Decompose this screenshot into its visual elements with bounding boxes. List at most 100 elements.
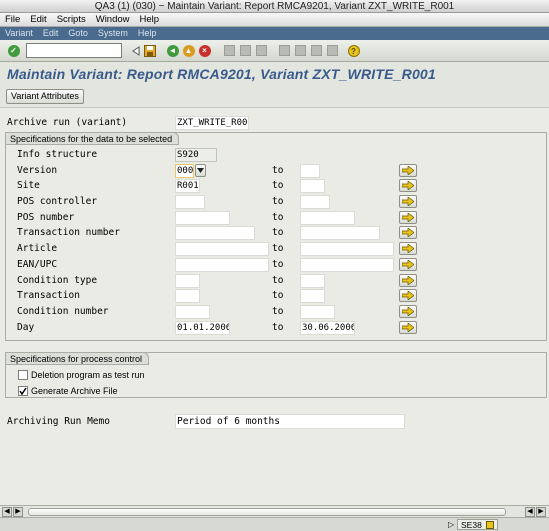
version-from-field[interactable]: 000 (175, 164, 194, 178)
version-f4-button[interactable] (195, 164, 206, 177)
condition-type-to-label: to (272, 275, 284, 286)
scroll-left-button[interactable]: ◀ (2, 507, 12, 517)
arrow-right-icon (402, 276, 414, 285)
system-info-field[interactable]: SE38 (457, 519, 499, 530)
exit-button[interactable]: ▲ (181, 43, 196, 58)
deletion-test-checkbox[interactable] (18, 370, 28, 380)
scroll-right-button[interactable]: ▶ (13, 507, 23, 517)
menu-help[interactable]: Help (135, 13, 165, 25)
article-multiple-selection-button[interactable] (399, 242, 417, 255)
back-button[interactable]: ◄ (165, 43, 180, 58)
scroll-right-end-button[interactable]: ▶ (536, 507, 546, 517)
site-to-field[interactable] (300, 179, 325, 193)
day-multiple-selection-button[interactable] (399, 321, 417, 334)
next-page-icon (311, 45, 322, 56)
arrow-right-icon (402, 291, 414, 300)
condition-type-from-field[interactable] (175, 274, 200, 288)
transaction-number-label: Transaction number (17, 227, 120, 238)
pos-controller-from-field[interactable] (175, 195, 205, 209)
exit-arrow-icon: ▲ (182, 44, 195, 57)
site-multiple-selection-button[interactable] (399, 179, 417, 192)
arrow-right-icon (402, 166, 414, 175)
command-history-button[interactable] (128, 43, 143, 58)
article-from-field[interactable] (175, 242, 269, 256)
menu-window[interactable]: Window (91, 13, 135, 25)
archive-run-field[interactable]: ZXT_WRITE_R001 (175, 116, 249, 130)
menu-scripts[interactable]: Scripts (52, 13, 91, 25)
day-to-field[interactable]: 30.06.2006 (300, 321, 355, 335)
pos-number-multiple-selection-button[interactable] (399, 211, 417, 224)
pos-controller-to-field[interactable] (300, 195, 330, 209)
sap-menu-help[interactable]: Help (133, 27, 162, 38)
condition-number-multiple-selection-button[interactable] (399, 305, 417, 318)
standard-toolbar: ✓ ◄ ▲ × ? (0, 40, 549, 62)
arrow-right-icon (402, 244, 414, 253)
arrow-right-icon (402, 260, 414, 269)
print-icon (224, 45, 235, 56)
process-control-group-title: Specifications for process control (5, 352, 150, 365)
day-to-label: to (272, 322, 284, 333)
transaction-number-multiple-selection-button[interactable] (399, 226, 417, 239)
scroll-left-end-button[interactable]: ◀ (525, 507, 535, 517)
pos-number-label: POS number (17, 212, 75, 223)
next-page-button (309, 43, 324, 58)
condition-type-label: Condition type (17, 275, 98, 286)
first-page-button (277, 43, 292, 58)
arrow-right-icon (402, 181, 414, 190)
previous-page-button (293, 43, 308, 58)
generate-archive-checkbox[interactable] (18, 386, 28, 396)
horizontal-scrollbar[interactable]: ◀ ▶ ◀ ▶ (0, 505, 549, 517)
scroll-thumb[interactable] (28, 508, 506, 516)
condition-number-from-field[interactable] (175, 305, 210, 319)
site-from-field[interactable]: R001 (175, 179, 200, 193)
pos-number-from-field[interactable] (175, 211, 230, 225)
archive-run-label: Archive run (variant) (7, 117, 128, 128)
enter-button[interactable]: ✓ (6, 43, 21, 58)
sap-menu-system[interactable]: System (93, 27, 133, 38)
find-button (238, 43, 253, 58)
article-to-field[interactable] (300, 242, 394, 256)
help-button[interactable]: ? (346, 43, 361, 58)
sap-menu-variant[interactable]: Variant (0, 27, 38, 38)
condition-type-multiple-selection-button[interactable] (399, 274, 417, 287)
pos-controller-multiple-selection-button[interactable] (399, 195, 417, 208)
condition-number-to-field[interactable] (300, 305, 335, 319)
pos-number-to-field[interactable] (300, 211, 355, 225)
variant-attributes-button[interactable]: Variant Attributes (6, 89, 84, 104)
version-to-field[interactable] (300, 164, 320, 178)
cancel-icon: × (198, 44, 211, 57)
previous-page-icon (295, 45, 306, 56)
sap-menu-bar: Variant Edit Goto System Help (0, 27, 549, 40)
sap-menu-goto[interactable]: Goto (63, 27, 93, 38)
ean-upc-from-field[interactable] (175, 258, 269, 272)
transaction-number-to-field[interactable] (300, 226, 380, 240)
system-info-dropdown-icon (486, 521, 495, 529)
menu-file[interactable]: File (0, 13, 25, 25)
back-arrow-icon: ◄ (166, 44, 179, 57)
version-multiple-selection-button[interactable] (399, 164, 417, 177)
article-label: Article (17, 243, 58, 254)
ean-upc-to-field[interactable] (300, 258, 394, 272)
sap-menu-edit[interactable]: Edit (38, 27, 64, 38)
article-to-label: to (272, 243, 284, 254)
transaction-number-from-field[interactable] (175, 226, 255, 240)
cancel-button[interactable]: × (197, 43, 212, 58)
triangle-left-icon (131, 45, 139, 56)
menu-edit[interactable]: Edit (25, 13, 51, 25)
transaction-from-field[interactable] (175, 289, 200, 303)
condition-type-to-field[interactable] (300, 274, 325, 288)
version-label: Version (17, 165, 58, 176)
transaction-multiple-selection-button[interactable] (399, 289, 417, 302)
status-expand-icon[interactable]: ▷ (448, 520, 454, 529)
ean-upc-multiple-selection-button[interactable] (399, 258, 417, 271)
condition-number-to-label: to (272, 306, 284, 317)
check-icon: ✓ (7, 44, 20, 57)
memo-field[interactable]: Period of 6 months (175, 414, 405, 429)
day-from-field[interactable]: 01.01.2006 (175, 321, 230, 335)
info-structure-field: S920 (175, 148, 217, 162)
save-button[interactable] (142, 43, 157, 58)
transaction-to-field[interactable] (300, 289, 325, 303)
command-field[interactable] (26, 43, 122, 58)
site-label: Site (17, 180, 40, 191)
memo-label: Archiving Run Memo (7, 416, 110, 427)
